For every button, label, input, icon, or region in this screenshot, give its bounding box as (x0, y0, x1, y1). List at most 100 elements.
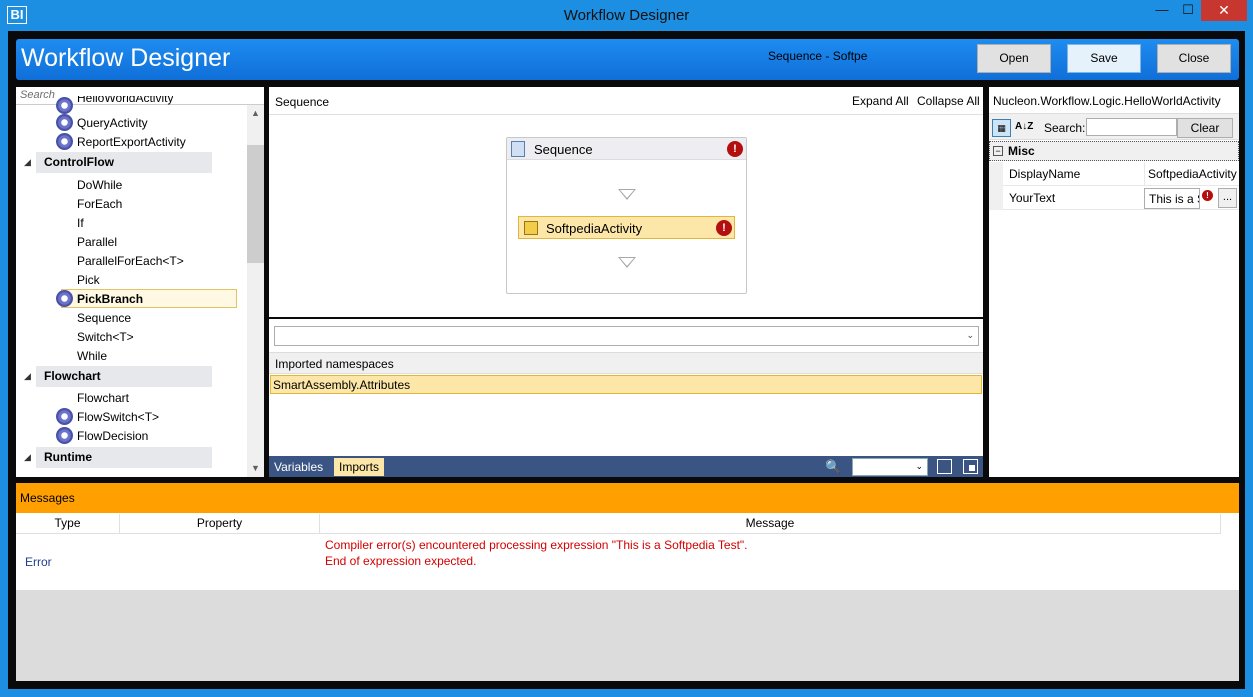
toolbox-category-flowchart[interactable]: Flowchart (36, 366, 212, 387)
softpedia-activity[interactable]: SoftpediaActivity ! (518, 216, 735, 239)
scroll-down-icon[interactable]: ▼ (247, 460, 264, 477)
gear-icon (56, 290, 73, 307)
minimize-button[interactable]: — (1149, 0, 1175, 21)
gear-icon (56, 427, 73, 444)
messages-panel: Messages Type Property Message Error Com… (16, 483, 1239, 681)
drop-target-arrow-icon (618, 189, 636, 200)
toolbox-item-pickbranch[interactable]: PickBranch (77, 290, 143, 308)
window-title: Workflow Designer (563, 7, 690, 24)
toolbox-item-helloworld[interactable]: HelloWorldActivity (77, 96, 173, 106)
imported-namespaces-header: Imported namespaces (269, 352, 983, 374)
property-name: YourText (1009, 191, 1056, 205)
sequence-activity[interactable]: Sequence ! SoftpediaActivity ! (506, 137, 747, 294)
property-grid-title: Nucleon.Workflow.Logic.HelloWorldActivit… (993, 94, 1221, 108)
close-button[interactable]: Close (1157, 44, 1231, 73)
column-header-message[interactable]: Message (320, 514, 1221, 534)
toolbox-item-flowchart[interactable]: Flowchart (77, 389, 129, 407)
collapse-arrow-icon[interactable]: ◢ (24, 447, 34, 468)
property-category-label: Misc (1008, 144, 1035, 158)
imports-panel: ⌄ Imported namespaces SmartAssembly.Attr… (269, 319, 983, 456)
ellipsis-button[interactable]: ... (1218, 188, 1237, 208)
toolbox-category-runtime[interactable]: Runtime (36, 447, 212, 468)
property-value[interactable]: SoftpediaActivity (1144, 162, 1239, 186)
message-line: End of expression expected. (325, 554, 477, 568)
property-name: DisplayName (1009, 167, 1081, 181)
column-header-property[interactable]: Property (120, 514, 320, 534)
sequence-icon (511, 141, 525, 157)
toolbox-category-controlflow[interactable]: ControlFlow (36, 152, 212, 173)
maximize-button[interactable]: ☐ (1175, 0, 1201, 21)
toolbox-item-dowhile[interactable]: DoWhile (77, 176, 122, 194)
column-header-type[interactable]: Type (16, 514, 120, 534)
save-button[interactable]: Save (1067, 44, 1141, 73)
scrollbar-thumb[interactable] (247, 145, 264, 263)
gear-icon (56, 114, 73, 131)
overview-icon[interactable] (963, 459, 978, 474)
property-row-displayname[interactable]: DisplayName SoftpediaActivity (989, 162, 1239, 186)
error-icon: ! (1202, 190, 1213, 201)
gear-icon (56, 133, 73, 150)
tab-imports[interactable]: Imports (334, 458, 385, 476)
collapse-arrow-icon[interactable]: ◢ (24, 152, 34, 173)
property-category-misc[interactable]: − Misc (989, 141, 1239, 161)
message-text-cell[interactable]: Compiler error(s) encountered processing… (325, 537, 748, 569)
collapse-icon[interactable]: − (993, 146, 1003, 156)
message-type-cell[interactable]: Error (25, 555, 52, 569)
tab-variables[interactable]: Variables (269, 458, 328, 476)
toolbox-item-flowswitch[interactable]: FlowSwitch<T> (77, 408, 159, 426)
categorize-icon[interactable]: ▦ (992, 119, 1011, 137)
gear-icon (56, 408, 73, 425)
toolbox-item-foreach[interactable]: ForEach (77, 195, 122, 213)
canvas-divider (269, 114, 983, 115)
clear-button[interactable]: Clear (1177, 118, 1233, 138)
error-icon: ! (716, 220, 732, 236)
document-title: Sequence - Softpedia (768, 49, 868, 63)
window-titlebar: BI Workflow Designer — ☐ ✕ (0, 0, 1253, 31)
expand-all-link[interactable]: Expand All (852, 94, 909, 108)
zoom-combobox[interactable]: ⌄ (852, 458, 928, 476)
toolbox-item-pick[interactable]: Pick (77, 271, 100, 289)
collapse-all-link[interactable]: Collapse All (917, 94, 980, 108)
namespace-combobox[interactable]: ⌄ (274, 326, 979, 346)
toolbox-scrollbar[interactable]: ▲ ▼ (247, 105, 264, 477)
toolbox-item-if[interactable]: If (77, 214, 84, 232)
toolbox-item-parallel-foreach[interactable]: ParallelForEach<T> (77, 252, 184, 270)
scroll-up-icon[interactable]: ▲ (247, 105, 264, 122)
property-value-input[interactable]: This is a Softpedia Test (1144, 188, 1200, 209)
row-gutter (989, 186, 1003, 210)
zoom-icon[interactable]: 🔍 (825, 459, 841, 475)
chevron-down-icon: ⌄ (915, 461, 923, 471)
row-gutter (989, 162, 1003, 186)
property-search-input[interactable] (1086, 118, 1177, 136)
activity-icon (524, 221, 538, 235)
toolbox-item-switch[interactable]: Switch<T> (77, 328, 134, 346)
property-row-yourtext[interactable]: YourText This is a Softpedia Test ! ... (989, 186, 1239, 210)
toolbox-item-sequence[interactable]: Sequence (77, 309, 131, 327)
app-header: Workflow Designer Sequence - Softpedia O… (16, 39, 1239, 80)
collapse-arrow-icon[interactable]: ◢ (24, 366, 34, 387)
sequence-label: Sequence (534, 142, 593, 157)
property-grid: Nucleon.Workflow.Logic.HelloWorldActivit… (989, 87, 1239, 477)
app-title: Workflow Designer (21, 44, 231, 72)
sequence-header[interactable]: Sequence ! (507, 138, 746, 160)
toolbox-item-report-export[interactable]: ReportExportActivity (77, 133, 186, 151)
toolbox-item-query[interactable]: QueryActivity (77, 114, 148, 132)
messages-header: Messages (16, 483, 1239, 513)
message-line: Compiler error(s) encountered processing… (325, 538, 748, 552)
chevron-down-icon: ⌄ (966, 330, 974, 340)
error-icon: ! (727, 141, 743, 157)
sort-alphabetical-icon[interactable]: A↓Z (1015, 119, 1034, 137)
gear-icon (56, 97, 73, 114)
property-search-label: Search: (1044, 121, 1086, 135)
open-button[interactable]: Open (977, 44, 1051, 73)
window-close-button[interactable]: ✕ (1201, 0, 1247, 21)
drop-target-arrow-icon (618, 257, 636, 268)
toolbox-item-while[interactable]: While (77, 347, 107, 365)
toolbox-item-flowdecision[interactable]: FlowDecision (77, 427, 148, 445)
breadcrumb[interactable]: Sequence (275, 95, 329, 109)
designer-bottom-bar: Variables Imports 🔍 ⌄ (269, 456, 983, 477)
namespace-row[interactable]: SmartAssembly.Attributes (270, 375, 982, 394)
designer-canvas[interactable]: Sequence Expand All Collapse All Sequenc… (269, 87, 983, 317)
toolbox-item-parallel[interactable]: Parallel (77, 233, 117, 251)
fit-to-screen-icon[interactable] (937, 459, 952, 474)
